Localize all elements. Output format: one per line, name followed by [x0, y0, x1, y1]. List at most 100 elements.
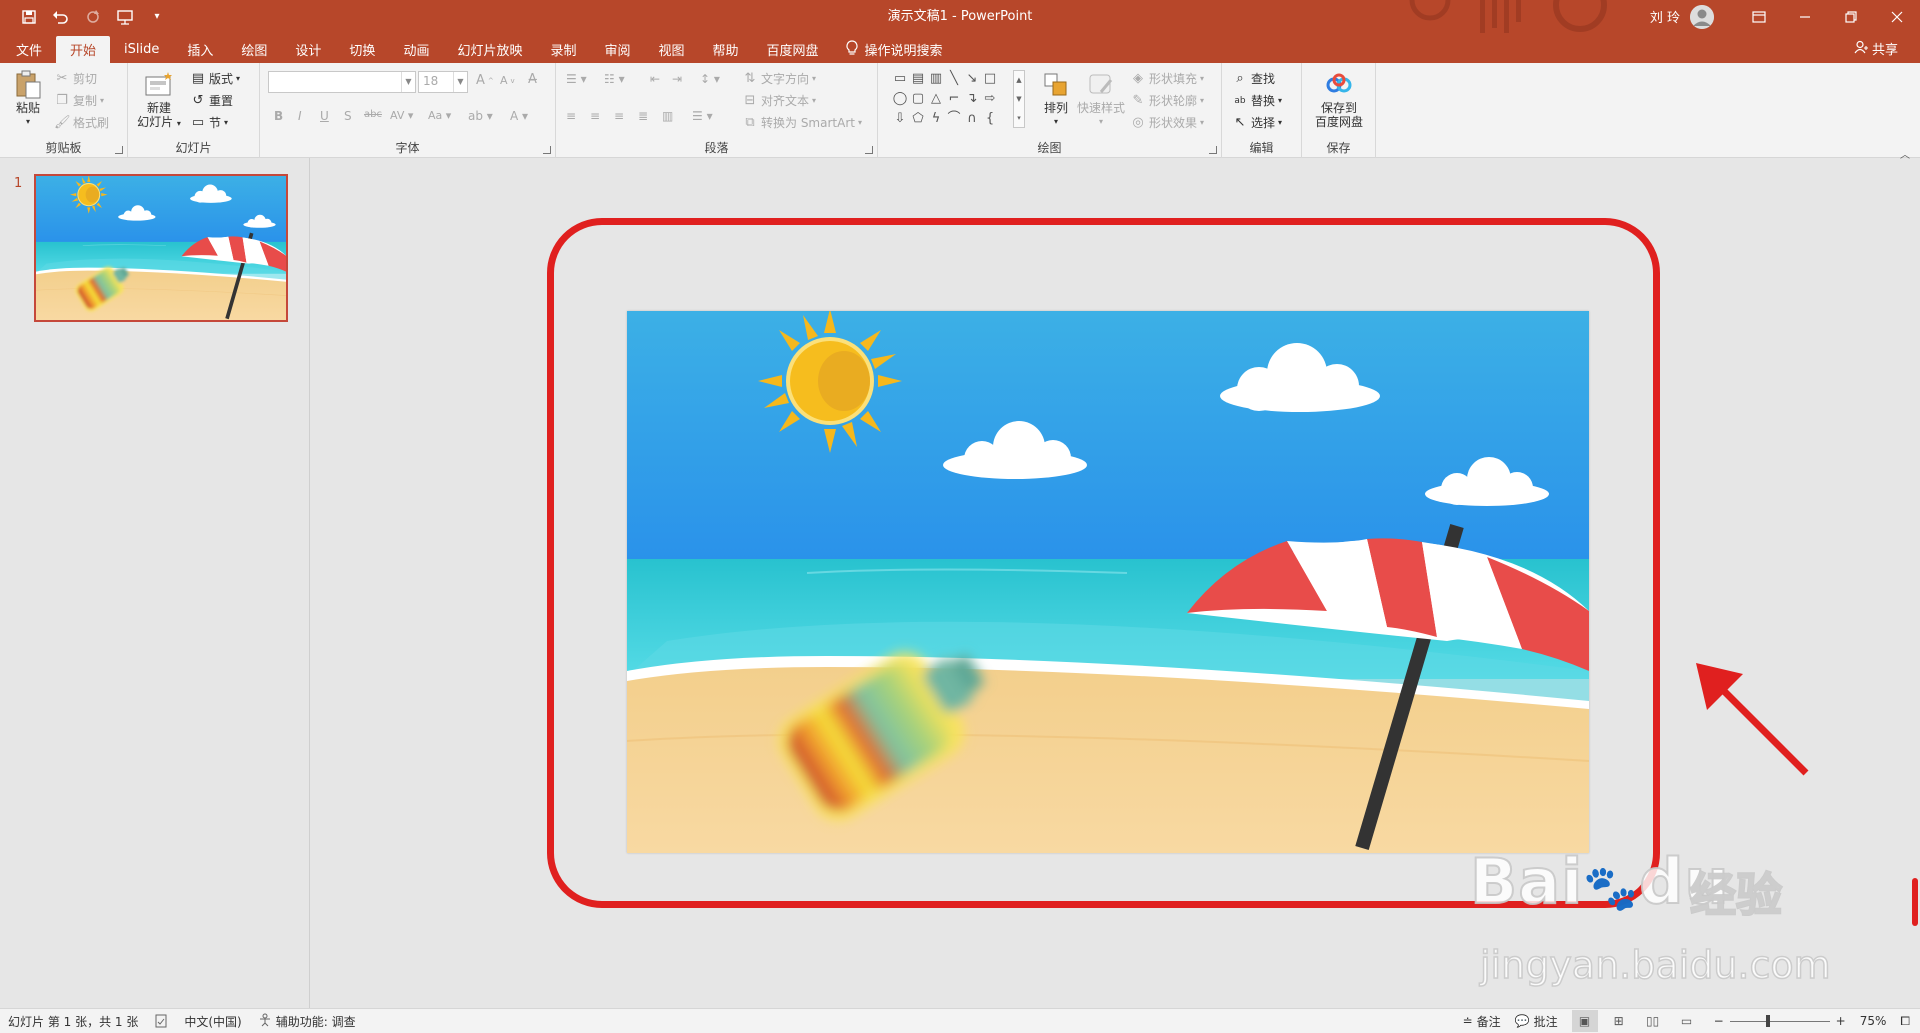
notes-button[interactable]: ≐ 备注	[1463, 1013, 1501, 1030]
slide-canvas[interactable]	[627, 311, 1589, 853]
minimize-icon[interactable]	[1782, 0, 1828, 33]
save-icon[interactable]	[18, 6, 40, 28]
convert-smartart-button[interactable]: ⧉ 转换为 SmartArt ▾	[742, 114, 862, 131]
tab-home[interactable]: 开始	[56, 36, 111, 63]
spell-check-icon[interactable]	[154, 1014, 168, 1028]
zoom-out-icon[interactable]: −	[1714, 1014, 1724, 1028]
decrease-indent-icon[interactable]: ⇤	[650, 72, 660, 86]
line-icon[interactable]: ╲	[946, 69, 962, 89]
clipboard-launcher-icon[interactable]	[115, 146, 123, 154]
shadow-icon[interactable]: S	[344, 109, 352, 123]
slide-thumbnail[interactable]	[34, 174, 288, 322]
align-left-icon[interactable]: ≡	[566, 109, 576, 123]
change-case-icon[interactable]: Aa ▾	[428, 109, 451, 122]
lightning-icon[interactable]: ϟ	[928, 109, 944, 129]
tab-record[interactable]: 录制	[536, 36, 590, 63]
fit-slide-icon[interactable]: ⧠	[1900, 1014, 1910, 1029]
font-launcher-icon[interactable]	[543, 146, 551, 154]
reading-view-icon[interactable]: ▯▯	[1640, 1010, 1666, 1032]
align-center-icon[interactable]: ≡	[590, 109, 600, 123]
normal-view-icon[interactable]: ▣	[1571, 1010, 1598, 1032]
pentagon-icon[interactable]: ⬠	[910, 109, 926, 129]
font-color-icon[interactable]: A ▾	[510, 109, 528, 123]
bullets-icon[interactable]: ☰ ▾	[566, 72, 587, 86]
paragraph-launcher-icon[interactable]	[865, 146, 873, 154]
justify-icon[interactable]: ≣	[638, 109, 648, 123]
arrange-button[interactable]: 排列 ▾	[1038, 69, 1074, 129]
italic-icon[interactable]: I	[298, 109, 302, 123]
tab-help[interactable]: 帮助	[699, 36, 753, 63]
align-right-icon[interactable]: ≡	[614, 109, 624, 123]
elbow-arrow-icon[interactable]: ↴	[964, 89, 980, 109]
vertical-textbox-icon[interactable]: ▥	[928, 69, 944, 89]
tab-slideshow[interactable]: 幻灯片放映	[443, 36, 536, 63]
numbering-icon[interactable]: ☷ ▾	[604, 72, 625, 86]
shape-fill-button[interactable]: ◈ 形状填充 ▾	[1130, 70, 1204, 87]
drawing-launcher-icon[interactable]	[1209, 146, 1217, 154]
zoom-in-icon[interactable]: +	[1836, 1014, 1846, 1028]
tab-transitions[interactable]: 切换	[335, 36, 389, 63]
align-text-button[interactable]: ⊟ 对齐文本 ▾	[742, 92, 816, 109]
tab-view[interactable]: 视图	[645, 36, 699, 63]
arrow-line-icon[interactable]: ↘	[964, 69, 980, 89]
elbow-connector-icon[interactable]: ⌐	[946, 89, 962, 109]
tab-file[interactable]: 文件	[0, 36, 56, 63]
tab-baidu-netdisk[interactable]: 百度网盘	[753, 36, 833, 63]
replace-button[interactable]: ab 替换 ▾	[1232, 92, 1282, 109]
highlight-icon[interactable]: ab ▾	[468, 109, 493, 123]
shape-outline-button[interactable]: ✎ 形状轮廓 ▾	[1130, 92, 1204, 109]
slideshow-view-icon[interactable]: ▭	[1674, 1010, 1700, 1032]
arc-icon[interactable]: ∩	[964, 109, 980, 129]
layout-button[interactable]: ▤ 版式 ▾	[190, 70, 240, 87]
increase-indent-icon[interactable]: ⇥	[672, 72, 682, 86]
down-arrow-icon[interactable]: ⇩	[892, 109, 908, 129]
copy-button[interactable]: ❐ 复制 ▾	[54, 92, 104, 109]
reset-button[interactable]: ↺ 重置	[190, 92, 233, 109]
save-to-baidu-button[interactable]: 保存到 百度网盘	[1308, 69, 1370, 129]
redo-icon[interactable]	[82, 6, 104, 28]
underline-icon[interactable]: U	[320, 109, 329, 123]
tab-draw[interactable]: 绘图	[227, 36, 281, 63]
tab-insert[interactable]: 插入	[173, 36, 227, 63]
textbox-icon[interactable]: ▤	[910, 69, 926, 89]
right-arrow-icon[interactable]: ⇨	[982, 89, 998, 109]
language-indicator[interactable]: 中文(中国)	[184, 1013, 241, 1030]
paste-button[interactable]: 粘贴 ▾	[10, 69, 46, 129]
restore-icon[interactable]	[1828, 0, 1874, 33]
character-spacing-icon[interactable]: AV ▾	[390, 109, 413, 122]
triangle-icon[interactable]: △	[928, 89, 944, 109]
shape-gallery[interactable]: ▭ ▤ ▥ ╲ ↘ □ ◯ ▢ △ ⌐ ↴ ⇨ ⇩ ⬠ ϟ ⌒ ∩ {	[892, 69, 1020, 129]
zoom-level[interactable]: 75%	[1860, 1014, 1887, 1028]
accessibility-status[interactable]: 辅助功能: 调查	[258, 1013, 356, 1030]
find-button[interactable]: ⌕ 查找	[1232, 70, 1275, 87]
tab-review[interactable]: 审阅	[590, 36, 644, 63]
new-slide-button[interactable]: 新建 幻灯片 ▾	[136, 69, 182, 131]
rectangle-icon[interactable]: ▭	[892, 69, 908, 89]
tab-animations[interactable]: 动画	[389, 36, 443, 63]
quick-styles-button[interactable]: 快速样式 ▾	[1074, 69, 1128, 129]
comments-button[interactable]: 💬 批注	[1515, 1013, 1558, 1030]
strikethrough-icon[interactable]: abc	[364, 109, 382, 120]
oval-icon[interactable]: ◯	[892, 89, 908, 109]
slide-sorter-view-icon[interactable]: ⊞	[1606, 1010, 1632, 1032]
font-name-combo[interactable]: ▼	[268, 71, 416, 93]
rounded-rect-icon[interactable]: ▢	[910, 89, 926, 109]
columns-icon[interactable]: ▥	[662, 109, 673, 123]
tab-islide[interactable]: iSlide	[110, 36, 173, 63]
format-painter-button[interactable]: 🖌 格式刷	[54, 114, 109, 131]
avatar[interactable]	[1690, 4, 1714, 29]
close-icon[interactable]	[1874, 0, 1920, 33]
font-size-combo[interactable]: 18 ▼	[418, 71, 468, 93]
paragraph-align-icon[interactable]: ☰ ▾	[692, 109, 713, 123]
ribbon-display-options-icon[interactable]	[1736, 0, 1782, 33]
start-from-beginning-icon[interactable]	[114, 6, 136, 28]
square-icon[interactable]: □	[982, 69, 998, 89]
clear-formatting-icon[interactable]: A̶	[528, 72, 537, 87]
decrease-font-icon[interactable]: Av	[500, 74, 515, 87]
undo-icon[interactable]	[50, 6, 72, 28]
section-button[interactable]: ▭ 节 ▾	[190, 114, 228, 131]
select-button[interactable]: ↖ 选择 ▾	[1232, 114, 1282, 131]
cut-button[interactable]: ✂ 剪切	[54, 70, 97, 87]
increase-font-icon[interactable]: A ^	[476, 73, 494, 88]
text-direction-button[interactable]: ⇅ 文字方向 ▾	[742, 70, 816, 87]
